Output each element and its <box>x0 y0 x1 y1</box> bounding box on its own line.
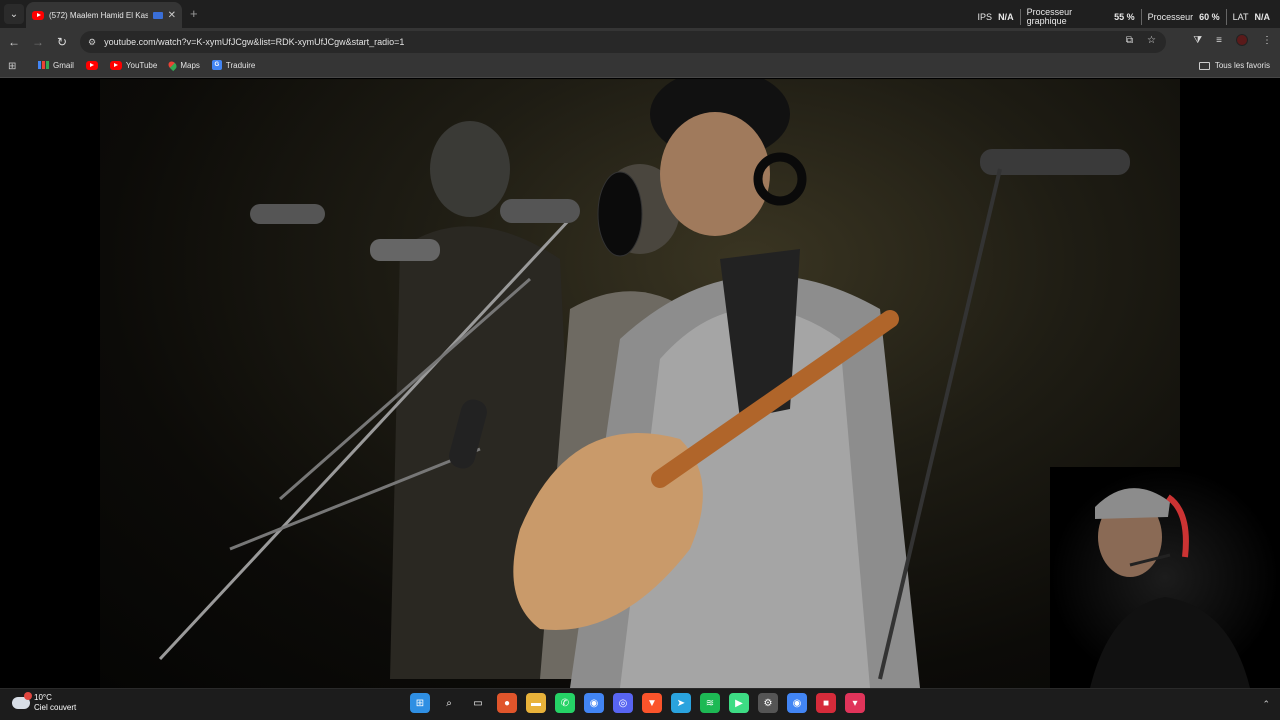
browser-toolbar: ← → ↻ ⚙ youtube.com/watch?v=K-xymUfJCgw&… <box>0 28 1280 56</box>
singer-face <box>660 112 770 236</box>
bookmarks-bar: ⊞ Gmail YouTube Maps G Traduire Tous les <box>0 56 1280 78</box>
tab-strip: ⌄ (572) Maalem Hamid El Kas ✕ + IPS N/A … <box>0 0 1280 28</box>
pop-filter <box>597 171 643 257</box>
brave-icon[interactable]: ▼ <box>642 693 662 713</box>
background-musician-head <box>430 121 510 217</box>
microphone-icon <box>980 149 1130 175</box>
divider <box>1140 9 1142 25</box>
cpu-value: 60 % <box>1199 12 1220 22</box>
folder-icon <box>1198 61 1210 70</box>
bookmark-gmail[interactable]: Gmail <box>38 61 74 70</box>
chevron-down-icon: ⌄ <box>9 8 19 20</box>
divider <box>1225 9 1227 25</box>
forward-button[interactable]: → <box>30 34 46 50</box>
cloud-icon <box>12 692 32 709</box>
close-tab-button[interactable]: ✕ <box>168 10 176 21</box>
media-control-icon[interactable]: ≡ <box>1216 35 1222 46</box>
lat-value: N/A <box>1254 12 1271 22</box>
omnibox-actions: ⧉ ☆ <box>1126 35 1156 46</box>
video-player[interactable] <box>0 79 1280 688</box>
task-view-icon[interactable]: ▭ <box>468 693 488 713</box>
performance-overlay: IPS N/A Processeur graphique 55 % Proces… <box>978 8 1270 26</box>
spotify-icon[interactable]: ≋ <box>700 693 720 713</box>
tab-search-button[interactable]: ⌄ <box>4 4 24 24</box>
weather-condition: Ciel couvert <box>34 703 77 712</box>
windows-start-icon[interactable]: ⊞ <box>410 693 430 713</box>
microphone-icon <box>250 204 325 224</box>
webcam-overlay <box>1050 467 1280 688</box>
app-orange-icon[interactable]: ● <box>497 693 517 713</box>
arrow-left-icon: ← <box>8 35 20 49</box>
discord-icon[interactable]: ◎ <box>613 693 633 713</box>
microphone-icon <box>370 239 440 261</box>
app-red-icon[interactable]: ■ <box>816 693 836 713</box>
translate-icon: G <box>211 60 222 70</box>
weather-temperature: 10°C <box>34 693 52 702</box>
gmail-icon <box>38 61 49 69</box>
arrow-right-icon: → <box>32 35 44 49</box>
streamer-body <box>1090 597 1250 688</box>
bookmark-youtube[interactable]: YouTube <box>109 60 157 70</box>
microphone-icon <box>500 199 580 223</box>
headset-icon <box>1166 494 1189 558</box>
weather-widget[interactable]: 10°C Ciel couvert <box>12 692 77 713</box>
maps-icon <box>167 59 179 71</box>
video-frame[interactable] <box>100 79 1180 688</box>
tray-overflow-icon[interactable]: ⌃ <box>1262 699 1270 710</box>
streamer-webcam-image <box>1090 488 1250 688</box>
bookmark-star-icon[interactable]: ☆ <box>1147 35 1156 46</box>
bookmark-maps[interactable]: Maps <box>167 59 200 71</box>
youtube-favicon-icon <box>32 10 44 20</box>
telegram-icon[interactable]: ➤ <box>671 693 691 713</box>
windows-taskbar: 10°C Ciel couvert ⊞ ⌕ ▭ ● ▬ ✆ ◉ ◎ ▼ ➤ ≋ ▶ ⚙ ◉ ■ ▾ ⌃ <box>0 688 1280 720</box>
bookmark-translate[interactable]: G Traduire <box>211 60 255 70</box>
reload-button[interactable]: ↻ <box>54 34 70 50</box>
all-bookmarks-button[interactable]: Tous les favoris <box>1198 61 1270 70</box>
apps-grid-icon[interactable]: ⊞ <box>8 61 16 72</box>
profile-avatar[interactable] <box>1236 34 1248 46</box>
browser-tab[interactable]: (572) Maalem Hamid El Kas ✕ <box>26 2 182 28</box>
toolbar-actions: ⧩ ≡ ⋮ <box>1193 34 1272 46</box>
taskbar-app-icons: ⊞ ⌕ ▭ ● ▬ ✆ ◉ ◎ ▼ ➤ ≋ ▶ ⚙ ◉ ■ ▾ <box>410 693 865 713</box>
mic-stand <box>878 168 1002 680</box>
install-app-icon[interactable]: ⧉ <box>1126 35 1133 46</box>
divider <box>1019 9 1021 25</box>
cpu-label: Processeur <box>1147 12 1194 22</box>
chrome-icon[interactable]: ◉ <box>584 693 604 713</box>
whatsapp-icon[interactable]: ✆ <box>555 693 575 713</box>
gpu-value: 55 % <box>1114 12 1135 22</box>
fps-value: N/A <box>998 12 1014 22</box>
reload-icon: ↻ <box>56 35 68 49</box>
streamer-cap <box>1095 488 1170 519</box>
youtube-icon <box>109 60 122 70</box>
extensions-icon[interactable]: ⧩ <box>1193 35 1202 46</box>
app-pink-icon[interactable]: ▾ <box>845 693 865 713</box>
steam-icon[interactable]: ⚙ <box>758 693 778 713</box>
fps-label: IPS <box>977 12 993 22</box>
back-button[interactable]: ← <box>6 34 22 50</box>
android-studio-icon[interactable]: ▶ <box>729 693 749 713</box>
lat-label: LAT <box>1232 12 1249 22</box>
more-menu-icon[interactable]: ⋮ <box>1262 35 1272 46</box>
search-icon[interactable]: ⌕ <box>439 693 459 713</box>
bookmark-list: Gmail YouTube Maps G Traduire <box>38 59 255 71</box>
cast-icon <box>152 11 163 19</box>
url-text: youtube.com/watch?v=K-xymUfJCgw&list=RDK… <box>104 37 405 47</box>
gpu-label: Processeur graphique <box>1026 7 1073 26</box>
new-tab-button[interactable]: + <box>190 6 198 21</box>
video-scene-image <box>158 79 1130 688</box>
file-explorer-icon[interactable]: ▬ <box>526 693 546 713</box>
site-info-icon[interactable]: ⚙ <box>88 37 96 48</box>
tab-title: (572) Maalem Hamid El Kas <box>49 10 148 20</box>
youtube-icon <box>85 60 98 70</box>
address-bar[interactable]: ⚙ youtube.com/watch?v=K-xymUfJCgw&list=R… <box>80 31 1166 53</box>
bookmark-youtube-icon-only[interactable] <box>85 60 98 70</box>
chrome-profile-icon[interactable]: ◉ <box>787 693 807 713</box>
